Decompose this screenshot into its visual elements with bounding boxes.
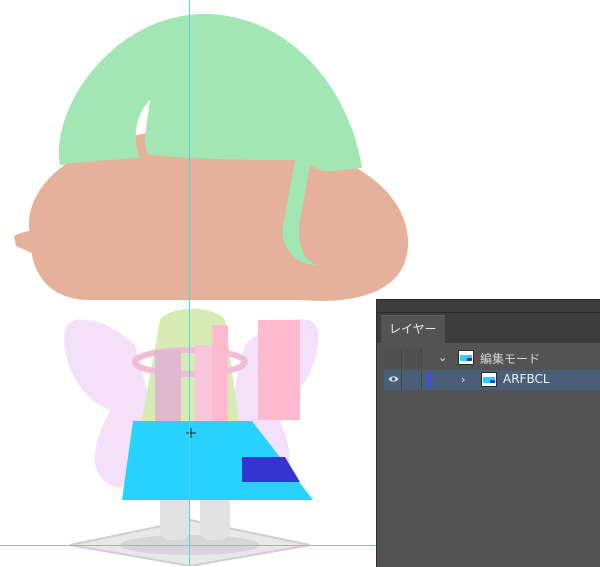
layer-row-arfbcl[interactable]: › ARFBCL bbox=[384, 370, 600, 390]
wing-stripe bbox=[258, 320, 300, 420]
layer-color-indicator bbox=[428, 372, 431, 388]
layer-name[interactable]: 編集モード bbox=[480, 350, 540, 367]
layer-row-edit-mode[interactable]: ⌄ 編集モード bbox=[384, 348, 600, 368]
panel-tab-bar: レイヤー bbox=[377, 313, 600, 343]
layer-name[interactable]: ARFBCL bbox=[503, 372, 550, 386]
layer-thumbnail bbox=[481, 372, 497, 387]
layer-thumbnail bbox=[458, 350, 474, 365]
visibility-toggle[interactable] bbox=[384, 348, 402, 368]
panel-grip[interactable] bbox=[377, 300, 600, 313]
inner-rect bbox=[242, 457, 300, 482]
strap-left bbox=[155, 350, 181, 430]
lock-toggle[interactable] bbox=[404, 348, 422, 368]
tab-layers[interactable]: レイヤー bbox=[381, 315, 445, 343]
strap-right bbox=[212, 325, 228, 430]
strap-mid bbox=[195, 345, 213, 430]
chevron-down-icon[interactable]: ⌄ bbox=[438, 351, 447, 364]
lock-toggle[interactable] bbox=[404, 370, 422, 390]
eye-icon bbox=[388, 376, 399, 382]
vertical-guide[interactable] bbox=[189, 0, 190, 566]
chevron-right-icon[interactable]: › bbox=[461, 373, 465, 386]
visibility-toggle[interactable] bbox=[384, 370, 402, 390]
layers-panel: レイヤー ⌄ 編集モード › ARFBCL bbox=[376, 299, 600, 567]
